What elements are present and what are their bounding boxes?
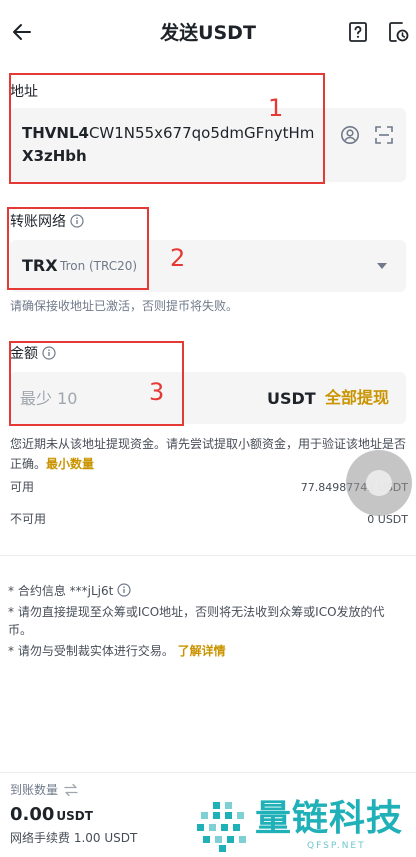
contract-text: * 合约信息 ***jLj6t: [8, 584, 114, 598]
header: 发送USDT: [0, 0, 416, 66]
network-hint: 请确保接收地址已激活，否则提币将失败。: [10, 299, 239, 313]
amount-unit: USDT: [267, 389, 316, 408]
swap-icon[interactable]: [64, 783, 78, 797]
receive-unit: USDT: [56, 809, 93, 823]
withdraw-all-button[interactable]: 全部提现: [325, 387, 389, 409]
watermark-text: 量链科技: [255, 798, 404, 839]
available-label: 可用: [10, 480, 35, 494]
annotation-box-2: [7, 207, 149, 290]
receive-amount: 0.00: [10, 804, 55, 825]
chevron-down-icon: [377, 263, 387, 269]
floating-assist-inner: [366, 470, 392, 496]
receive-amount-row: 0.00 USDT: [10, 803, 93, 828]
contract-note: * 合约信息 ***jLj6t: [8, 582, 408, 600]
watermark-logo-icon: [195, 800, 251, 852]
watermark-sub: QFSP.NET: [307, 841, 366, 851]
annotation-number-3: 3: [149, 378, 165, 406]
contact-icon[interactable]: [340, 125, 360, 145]
footer-divider: [0, 772, 416, 773]
question-icon[interactable]: [346, 20, 370, 44]
network-fee: 网络手续费 1.00 USDT: [10, 831, 138, 845]
ico-note: * 请勿直接提现至众筹或ICO地址，否则将无法收到众筹或ICO发放的代币。: [8, 605, 385, 637]
floating-assist-button[interactable]: [346, 450, 412, 516]
info-icon[interactable]: [117, 583, 131, 597]
annotation-box-1: [9, 73, 325, 184]
receive-label: 到账数量: [10, 783, 59, 797]
watermark: 量链科技 QFSP.NET: [195, 798, 415, 854]
sanction-text: * 请勿与受制裁实体进行交易。: [8, 644, 174, 658]
scan-icon[interactable]: [374, 125, 394, 145]
learn-more-link[interactable]: 了解详情: [178, 644, 226, 658]
sanction-note: * 请勿与受制裁实体进行交易。 了解详情: [8, 642, 408, 660]
divider: [0, 555, 416, 556]
history-icon[interactable]: [386, 20, 410, 44]
min-amount-link[interactable]: 最小数量: [46, 457, 94, 471]
unavailable-label: 不可用: [10, 512, 47, 526]
annotation-number-1: 1: [268, 94, 284, 122]
annotation-number-2: 2: [170, 244, 186, 272]
receive-label-row: 到账数量: [10, 781, 78, 799]
